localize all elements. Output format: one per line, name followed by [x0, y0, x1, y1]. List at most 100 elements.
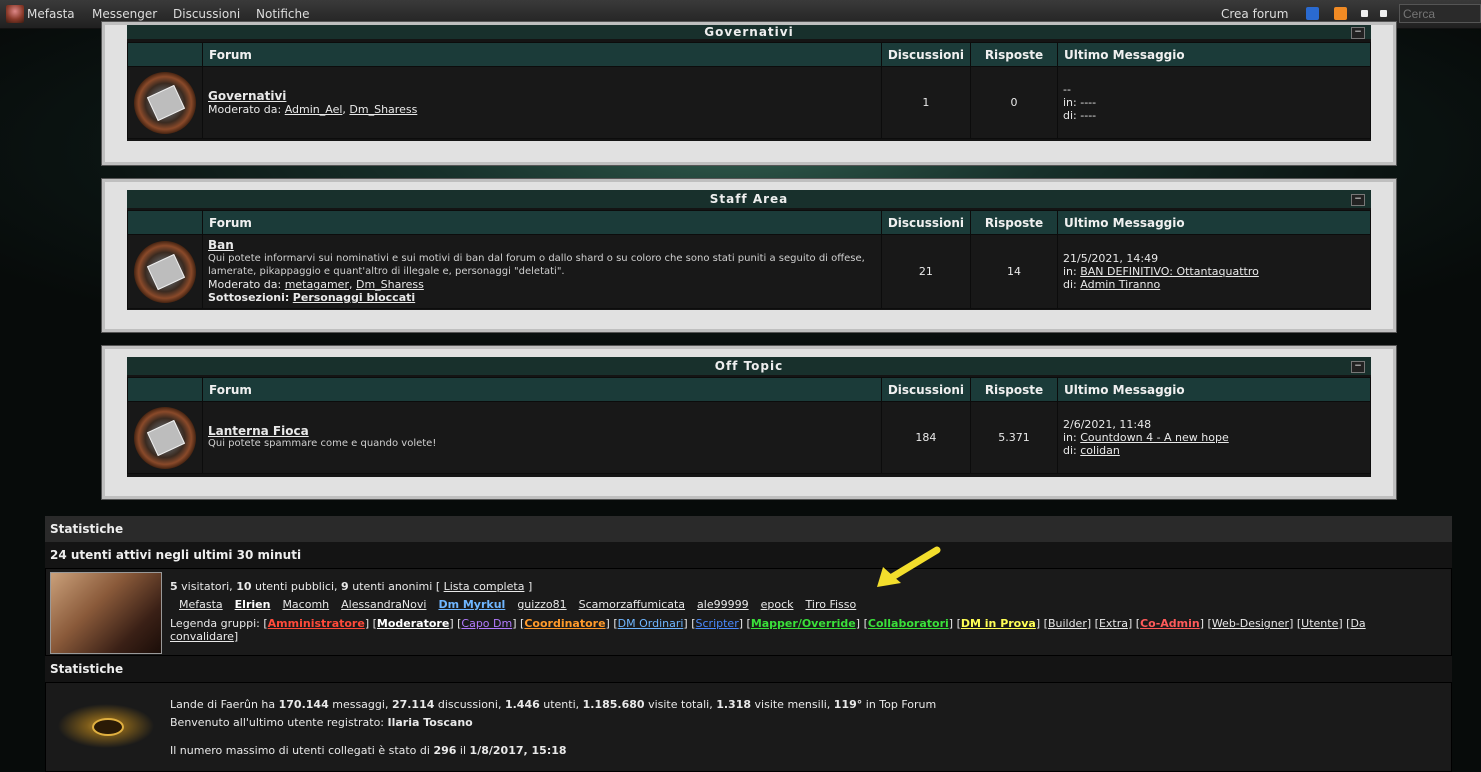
group-link[interactable]: Coordinatore [524, 617, 605, 630]
monthly-count: 1.318 [716, 698, 752, 711]
category-off-topic: Off Topic − Forum Discussioni Risposte U… [101, 345, 1397, 500]
full-list-link[interactable]: Lista completa [444, 580, 525, 593]
forum-stats-panel: Lande di Faerûn ha 170.144 messaggi, 27.… [45, 682, 1452, 772]
online-user-list: Mefasta Elrien Macomh AlessandraNovi Dm Myrk… [179, 598, 868, 611]
group-link[interactable]: DM Ordinari [618, 617, 684, 630]
forum-description: Qui potete spammare come e quando volete… [208, 438, 437, 449]
group-link[interactable]: Capo Dm [461, 617, 512, 630]
users-label: utenti, [543, 698, 580, 711]
subsection-link[interactable]: Personaggi bloccati [293, 291, 415, 304]
threads-count: 1 [880, 66, 972, 139]
online-user-link[interactable]: epock [761, 598, 794, 611]
forum-description: Qui potete informarvi sui nominativi e s… [208, 253, 865, 277]
online-user-link[interactable]: Tiro Fisso [806, 598, 857, 611]
rss-icon[interactable] [1334, 7, 1347, 20]
forum-name-link[interactable]: Lanterna Fioca [208, 424, 876, 438]
by-label: di: [1063, 444, 1077, 457]
anon-label: utenti anonimi [ [352, 580, 441, 593]
col-icon [127, 210, 203, 235]
group-link[interactable]: Mapper/Override [751, 617, 856, 630]
online-users-image [50, 572, 162, 654]
group-link[interactable]: Amministratore [268, 617, 365, 630]
last-post-topic-link[interactable]: BAN DEFINITIVO: Ottantaquattro [1080, 265, 1259, 278]
group-link[interactable]: DM in Prova [961, 617, 1036, 630]
subsections-label: Sottosezioni: [208, 291, 290, 304]
square-icon[interactable] [1380, 10, 1387, 17]
col-icon [127, 377, 203, 402]
replies-count: 14 [970, 234, 1058, 309]
messages-label: messaggi, [332, 698, 389, 711]
nav-notifiche[interactable]: Notifiche [256, 7, 310, 21]
forum-name-link[interactable]: Ban [208, 239, 876, 252]
last-user-link[interactable]: Ilaria Toscano [388, 716, 473, 729]
last-post-topic-link[interactable]: Countdown 4 - A new hope [1080, 431, 1229, 444]
col-icon [127, 42, 203, 67]
forum-name-link[interactable]: Governativi [208, 89, 876, 103]
max-users-line: Il numero massimo di utenti collegati è … [170, 744, 567, 757]
create-forum-link[interactable]: Crea forum [1221, 7, 1288, 21]
user-avatar-icon[interactable] [6, 5, 24, 23]
nav-discussioni[interactable]: Discussioni [173, 7, 240, 21]
category-governativi: Governativi − Forum Discussioni Risposte… [101, 21, 1397, 166]
group-link[interactable]: Scripter [696, 617, 739, 630]
last-post-author-link[interactable]: colidan [1080, 444, 1120, 457]
col-ultimo: Ultimo Messaggio [1057, 210, 1371, 235]
summary-prefix: Lande di Faerûn ha [170, 698, 276, 711]
online-user-link[interactable]: guizzo81 [517, 598, 566, 611]
by-label: di: [1063, 278, 1077, 291]
group-legend: Legenda gruppi: [Amministratore] [Modera… [170, 617, 1366, 643]
search-input[interactable] [1399, 4, 1481, 23]
stats-summary-line: Lande di Faerûn ha 170.144 messaggi, 27.… [170, 698, 936, 711]
threads-count: 21 [880, 234, 972, 309]
bracket: ] [527, 580, 533, 593]
max-date: 1/8/2017, 15:18 [469, 744, 567, 757]
user-name-link[interactable]: Mefasta [27, 7, 75, 21]
online-user-link[interactable]: Scamorzaffumicata [579, 598, 685, 611]
forum-table: Forum Discussioni Risposte Ultimo Messag… [127, 377, 1371, 474]
forum-row: Governativi Moderato da: Admin_Ael, Dm_S… [127, 66, 1371, 139]
forumfree-icon[interactable] [1306, 7, 1319, 20]
group-link[interactable]: Builder [1048, 617, 1087, 630]
last-post-date: -- [1063, 83, 1071, 96]
moderator-link[interactable]: Dm_Sharess [349, 103, 417, 116]
moderator-link[interactable]: Dm_Sharess [356, 278, 424, 291]
replies-count: 5.371 [970, 401, 1058, 474]
online-users-panel: 5 visitatori, 10 utenti pubblici, 9 uten… [45, 568, 1452, 656]
group-link[interactable]: Extra [1099, 617, 1128, 630]
forum-logo-icon [50, 686, 162, 770]
replies-count: 0 [970, 66, 1058, 139]
threads-count: 184 [880, 401, 972, 474]
max-on-label: il [459, 744, 467, 757]
online-user-link[interactable]: ale99999 [697, 598, 749, 611]
online-user-link[interactable]: Macomh [282, 598, 329, 611]
welcome-label: Benvenuto all'ultimo utente registrato: [170, 716, 385, 729]
online-user-link[interactable]: AlessandraNovi [341, 598, 426, 611]
visits-count: 1.185.680 [582, 698, 645, 711]
online-user-link[interactable]: Dm Myrkul [438, 598, 505, 611]
nav-messenger[interactable]: Messenger [92, 7, 157, 21]
group-link[interactable]: Moderatore [377, 617, 449, 630]
anon-count: 9 [341, 580, 349, 593]
messages-count: 170.144 [278, 698, 329, 711]
public-label: utenti pubblici, [255, 580, 338, 593]
last-post-date: 21/5/2021, 14:49 [1063, 252, 1159, 265]
moderator-link[interactable]: Admin_Ael [285, 103, 343, 116]
collapse-icon[interactable]: − [1351, 194, 1365, 206]
last-post-author-link[interactable]: Admin Tiranno [1080, 278, 1160, 291]
users-count: 1.446 [504, 698, 540, 711]
collapse-icon[interactable]: − [1351, 27, 1365, 39]
moderated-label: Moderato da: [208, 103, 282, 116]
online-user-link[interactable]: Mefasta [179, 598, 223, 611]
col-forum: Forum [202, 377, 882, 402]
collapse-icon[interactable]: − [1351, 361, 1365, 373]
square-icon[interactable] [1361, 10, 1368, 17]
annotation-arrow-icon [877, 546, 941, 587]
legend-label: Legenda gruppi: [170, 617, 260, 630]
online-user-link[interactable]: Elrien [235, 598, 271, 611]
group-link[interactable]: Utente [1301, 617, 1338, 630]
group-link[interactable]: Collaboratori [868, 617, 949, 630]
moderator-link[interactable]: metagamer [285, 278, 349, 291]
group-link[interactable]: Co-Admin [1140, 617, 1200, 630]
group-link[interactable]: Web-Designer [1212, 617, 1289, 630]
forum-icon [134, 406, 196, 469]
